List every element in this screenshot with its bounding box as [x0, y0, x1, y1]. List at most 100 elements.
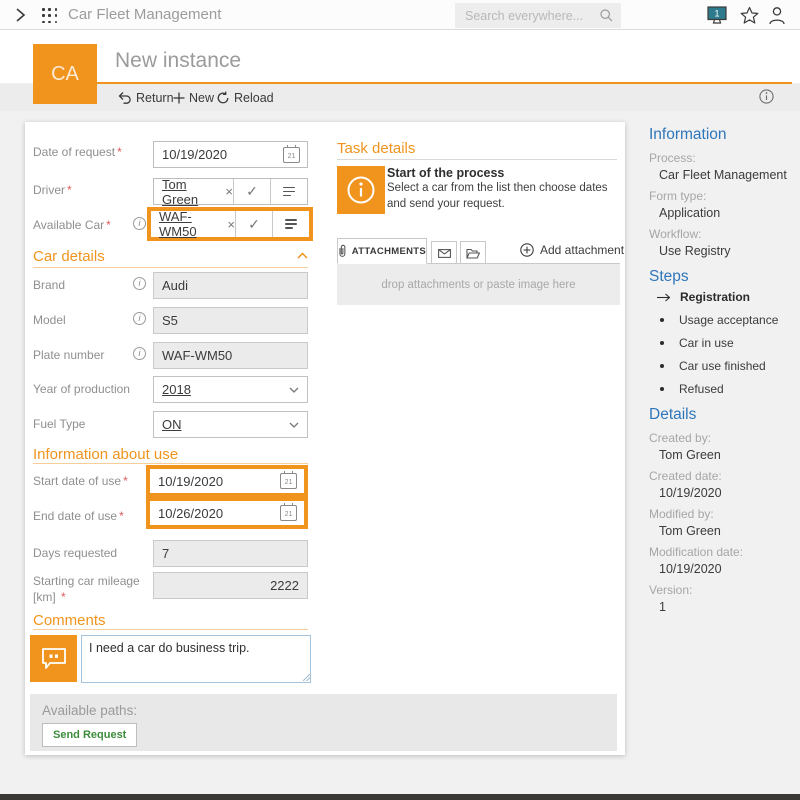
- workflow-label: Workflow:: [649, 227, 799, 241]
- days-requested-input: [153, 540, 308, 567]
- car-details-section-title: Car details: [33, 248, 105, 265]
- date-of-request-label: Date of request*: [33, 145, 122, 159]
- step-car-use-finished: Car use finished: [657, 359, 799, 373]
- created-by-label: Created by:: [649, 431, 799, 445]
- send-request-button[interactable]: Send Request: [42, 723, 137, 747]
- date-of-request-value[interactable]: 10/19/2020: [162, 147, 227, 162]
- info-sidebar: Information Process: Car Fleet Managemen…: [649, 126, 799, 614]
- expand-menu-icon[interactable]: [14, 7, 27, 23]
- step-info-icon: [337, 166, 385, 214]
- fuel-type-dropdown[interactable]: ON: [153, 411, 308, 438]
- start-date-label: Start date of use*: [33, 474, 128, 488]
- step-dot-icon: [660, 318, 664, 322]
- notification-badge: 1: [714, 9, 719, 19]
- envelope-icon: [438, 249, 451, 258]
- driver-picker-icon[interactable]: [270, 179, 307, 204]
- driver-confirm-icon[interactable]: ✓: [233, 179, 270, 204]
- tab-attachments[interactable]: ATTACHMENTS: [337, 238, 427, 264]
- starting-mileage-input: [153, 572, 308, 599]
- form-card: Date of request* 10/19/2020 21 Driver* T…: [25, 122, 625, 755]
- model-info-icon[interactable]: i: [133, 312, 146, 325]
- plus-icon: [173, 92, 185, 104]
- available-car-field-highlighted: WAF-WM50 × ✓: [147, 207, 313, 241]
- available-car-label: Available Car*: [33, 218, 111, 232]
- reload-button[interactable]: Reload: [216, 84, 274, 111]
- attachments-dropzone[interactable]: drop attachments or paste image here: [337, 263, 620, 305]
- date-of-request-field: 10/19/2020 21: [153, 141, 308, 168]
- favorites-star-icon[interactable]: [740, 6, 759, 25]
- fuel-type-value[interactable]: ON: [162, 417, 182, 432]
- driver-value-link[interactable]: Tom Green: [162, 177, 220, 207]
- step-usage-acceptance: Usage acceptance: [657, 313, 799, 327]
- modified-by-label: Modified by:: [649, 507, 799, 521]
- task-step-description: Select a car from the list then choose d…: [387, 181, 625, 212]
- available-car-remove-icon[interactable]: ×: [227, 217, 235, 232]
- modification-date-value: 10/19/2020: [659, 562, 799, 576]
- process-value: Car Fleet Management: [659, 168, 799, 182]
- collapse-section-icon[interactable]: [297, 252, 308, 259]
- available-car-info-icon[interactable]: i: [133, 217, 146, 230]
- plate-number-info-icon[interactable]: i: [133, 347, 146, 360]
- plate-number-label: Plate number: [33, 348, 104, 362]
- end-date-value[interactable]: 10/26/2020: [158, 506, 223, 521]
- search-icon[interactable]: [599, 8, 614, 23]
- paperclip-icon: [338, 244, 347, 258]
- created-date-value: 10/19/2020: [659, 486, 799, 500]
- calendar-icon[interactable]: 21: [280, 473, 297, 489]
- available-car-picker-icon[interactable]: [272, 211, 309, 237]
- task-step-heading: Start of the process: [387, 166, 504, 180]
- model-label: Model: [33, 313, 66, 327]
- driver-remove-icon[interactable]: ×: [225, 184, 233, 199]
- brand-info-icon[interactable]: i: [133, 277, 146, 290]
- created-by-value: Tom Green: [659, 448, 799, 462]
- top-bar: Car Fleet Management 1: [0, 0, 800, 30]
- return-button[interactable]: Return: [118, 84, 174, 111]
- available-car-confirm-icon[interactable]: ✓: [235, 211, 272, 237]
- modified-by-value: Tom Green: [659, 524, 799, 538]
- model-input: [153, 307, 308, 334]
- page-title: New instance: [115, 49, 241, 73]
- details-title: Details: [649, 406, 799, 424]
- comments-textarea[interactable]: I need a car do business trip.: [81, 635, 311, 683]
- days-requested-label: Days requested: [33, 546, 117, 560]
- start-date-value[interactable]: 10/19/2020: [158, 474, 223, 489]
- user-profile-icon[interactable]: [767, 5, 787, 26]
- task-details-section-title: Task details: [337, 140, 415, 157]
- section-divider: [33, 629, 308, 630]
- year-of-production-dropdown[interactable]: 2018: [153, 376, 308, 403]
- step-dot-icon: [660, 364, 664, 368]
- bottom-bar: [0, 794, 800, 800]
- process-label: Process:: [649, 151, 799, 165]
- resize-handle[interactable]: [303, 674, 310, 681]
- year-of-production-value[interactable]: 2018: [162, 382, 191, 397]
- notifications-monitor-icon[interactable]: 1: [705, 4, 729, 27]
- brand-input: [153, 272, 308, 299]
- information-title: Information: [649, 126, 799, 144]
- brand-label: Brand: [33, 278, 65, 292]
- calendar-icon[interactable]: 21: [283, 147, 300, 163]
- tab-related-attachments[interactable]: [460, 241, 486, 264]
- tab-email-attachments[interactable]: [431, 241, 457, 264]
- app-title: Car Fleet Management: [68, 6, 221, 23]
- process-avatar: CA: [33, 44, 97, 104]
- workflow-value: Use Registry: [659, 244, 799, 258]
- start-date-field-highlighted: 10/19/2020 21: [146, 465, 308, 497]
- add-attachment-button[interactable]: Add attachment: [520, 243, 624, 257]
- new-button[interactable]: New: [173, 84, 214, 111]
- driver-label: Driver*: [33, 183, 72, 197]
- form-info-icon[interactable]: [759, 89, 774, 104]
- starting-mileage-label: Starting car mileage [km] *: [33, 574, 145, 605]
- reload-icon: [216, 91, 230, 105]
- year-of-production-label: Year of production: [33, 382, 130, 396]
- available-paths-label: Available paths:: [42, 703, 137, 718]
- comment-bubble-icon: [30, 635, 77, 682]
- version-value: 1: [659, 600, 799, 614]
- end-date-label: End date of use*: [33, 509, 124, 523]
- folder-icon: [466, 248, 480, 259]
- available-car-value-link[interactable]: WAF-WM50: [159, 209, 222, 239]
- section-divider: [33, 267, 308, 268]
- apps-grid-icon[interactable]: [42, 8, 58, 24]
- search-input[interactable]: [455, 3, 621, 28]
- calendar-icon[interactable]: 21: [280, 505, 297, 521]
- search-box: [455, 3, 621, 28]
